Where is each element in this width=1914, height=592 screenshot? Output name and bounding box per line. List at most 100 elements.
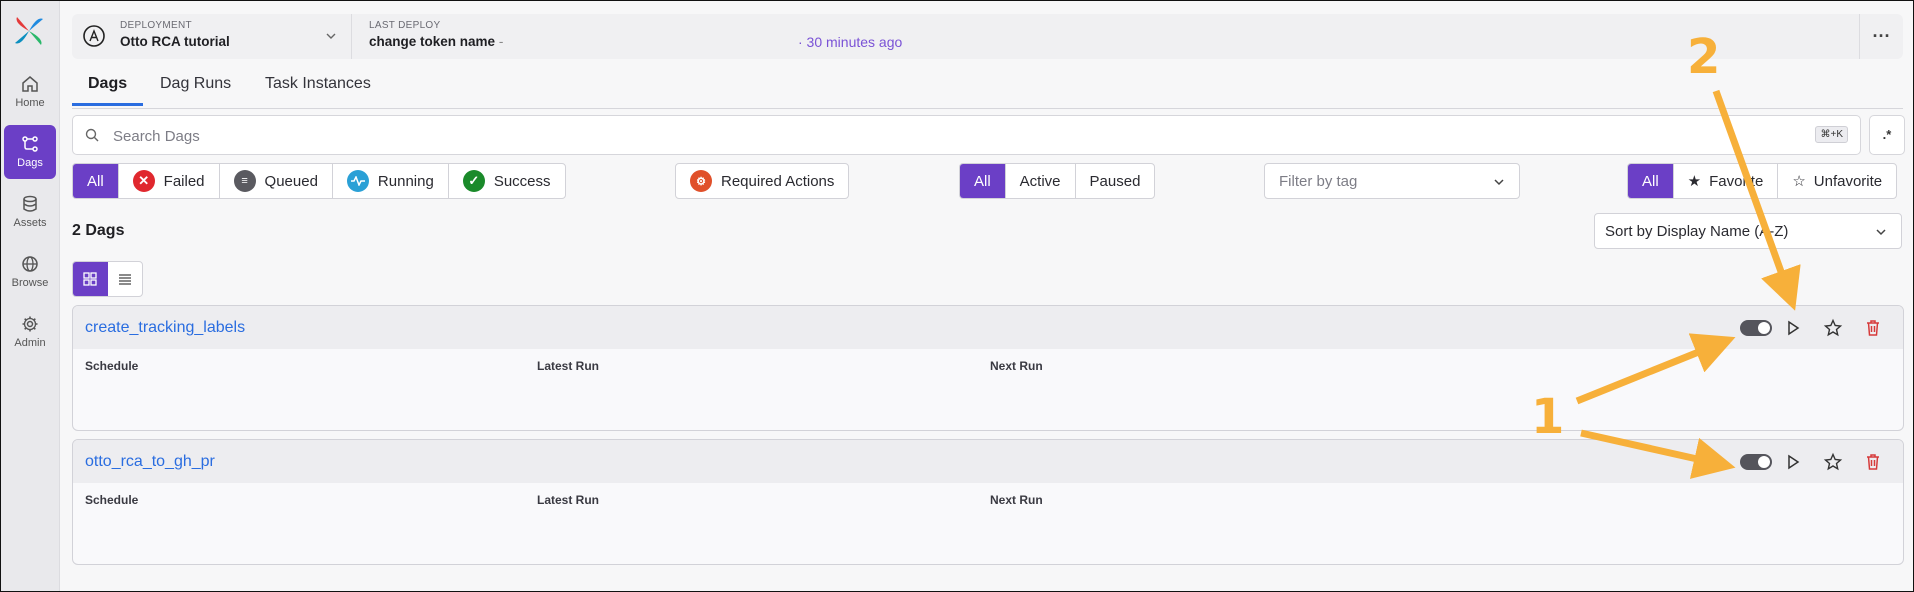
state-filter-running[interactable]: Running (333, 164, 449, 198)
tab-dags[interactable]: Dags (72, 75, 144, 106)
home-icon (22, 76, 38, 92)
app-window: Home Dags Assets Browse Admin DEPLOYMENT… (0, 0, 1914, 592)
running-icon (346, 170, 369, 192)
annotation-label-1: 1 (1531, 389, 1565, 445)
advanced-search-button[interactable]: .* (1869, 115, 1905, 155)
queued-icon: ≡ (233, 170, 256, 192)
chevron-down-icon (1876, 229, 1886, 236)
sort-selected: Sort by Display Name (A-Z) (1605, 223, 1789, 240)
sidebar-item-label: Admin (14, 337, 46, 349)
dag-icon (22, 136, 38, 152)
schedule-label: Schedule (85, 493, 139, 507)
deployment-selector[interactable]: DEPLOYMENT Otto RCA tutorial (72, 14, 352, 59)
delete-dag-button[interactable] (1863, 318, 1883, 338)
last-deploy-name: change token name (369, 34, 496, 49)
required-actions-icon: ⚙ (690, 170, 712, 192)
grid-icon (83, 272, 97, 286)
chevron-down-icon (326, 33, 336, 39)
last-deploy-label: LAST DEPLOY (369, 20, 441, 31)
sidebar-item-assets[interactable]: Assets (4, 185, 56, 239)
tab-dag-runs[interactable]: Dag Runs (160, 75, 231, 103)
astro-logo-icon (83, 25, 105, 47)
gear-icon (22, 316, 38, 332)
deployment-name: Otto RCA tutorial (120, 34, 230, 49)
favorite-filter-unfavorite[interactable]: ☆ Unfavorite (1778, 164, 1896, 198)
state-filter-failed[interactable]: ✕ Failed (119, 164, 220, 198)
favorite-filter-all[interactable]: All (1628, 164, 1674, 198)
search-input[interactable] (113, 124, 1753, 148)
dag-card-header: create_tracking_labels (73, 306, 1903, 349)
success-icon: ✓ (462, 170, 485, 192)
list-icon (118, 274, 131, 285)
sidebar-item-label: Browse (11, 277, 49, 289)
favorite-filter-favorite[interactable]: ★ Favorite (1674, 164, 1779, 198)
dag-card: otto_rca_to_gh_pr Schedule Latest Run Ne… (72, 439, 1904, 565)
chevron-down-icon (1494, 179, 1504, 186)
active-filter-paused[interactable]: Paused (1076, 164, 1155, 198)
tab-task-instances[interactable]: Task Instances (265, 75, 371, 103)
search-shortcut-badge: ⌘+K (1815, 126, 1848, 143)
state-filter-group: All ✕ Failed ≡ Queued Running ✓ Success (72, 163, 566, 199)
sidebar-item-dags[interactable]: Dags (4, 125, 56, 179)
sidebar-item-label: Home (15, 97, 45, 109)
view-toggle (72, 261, 143, 297)
failed-icon: ✕ (132, 170, 155, 192)
dag-count: 2 Dags (72, 222, 125, 239)
tag-filter-placeholder: Filter by tag (1279, 173, 1358, 190)
pause-toggle[interactable] (1740, 320, 1772, 336)
state-filter-success[interactable]: ✓ Success (449, 164, 565, 198)
database-icon (23, 195, 37, 212)
trigger-dag-button[interactable] (1783, 452, 1803, 472)
required-actions-label: Required Actions (721, 172, 835, 190)
pause-toggle[interactable] (1740, 454, 1772, 470)
toggle-knob (1758, 322, 1770, 334)
star-outline-icon: ☆ (1792, 173, 1806, 190)
last-deploy-time: · 30 minutes ago (798, 34, 903, 50)
sidebar-item-browse[interactable]: Browse (4, 245, 56, 299)
card-view-button[interactable] (73, 262, 108, 296)
active-filter-active[interactable]: Active (1006, 164, 1076, 198)
dag-name-link[interactable]: create_tracking_labels (85, 319, 245, 337)
dag-card-header: otto_rca_to_gh_pr (73, 440, 1903, 483)
state-filter-all[interactable]: All (73, 164, 119, 198)
more-menu-button[interactable]: ··· (1859, 14, 1903, 59)
list-view-button[interactable] (108, 262, 143, 296)
sort-select[interactable]: Sort by Display Name (A-Z) (1594, 213, 1902, 249)
latest-run-label: Latest Run (537, 493, 600, 507)
state-filter-label: Failed (163, 172, 205, 190)
dag-card: create_tracking_labels Schedule Latest R… (72, 305, 1904, 431)
active-filter-all[interactable]: All (960, 164, 1006, 198)
star-filled-icon: ★ (1687, 173, 1702, 190)
next-run-label: Next Run (990, 359, 1043, 373)
state-filter-label: Running (377, 172, 434, 190)
next-run-label: Next Run (990, 493, 1043, 507)
sidebar-item-label: Assets (13, 217, 47, 229)
last-deploy-separator: - (498, 34, 504, 49)
globe-icon (22, 256, 38, 272)
state-filter-label: Queued (264, 172, 318, 190)
sidebar-item-admin[interactable]: Admin (4, 305, 56, 359)
favorite-star-button[interactable] (1823, 452, 1843, 472)
required-actions-button[interactable]: ⚙ Required Actions (675, 163, 850, 199)
state-filter-queued[interactable]: ≡ Queued (220, 164, 333, 198)
state-filter-label: Success (493, 172, 551, 190)
favorite-label: Favorite (1709, 172, 1764, 190)
sidebar: Home Dags Assets Browse Admin (1, 1, 60, 591)
unfavorite-label: Unfavorite (1813, 172, 1883, 190)
trigger-dag-button[interactable] (1783, 318, 1803, 338)
tag-filter-select[interactable]: Filter by tag (1264, 163, 1520, 199)
deployment-label: DEPLOYMENT (120, 20, 192, 31)
search-bar: ⌘+K (72, 115, 1861, 155)
search-icon (85, 128, 99, 142)
latest-run-label: Latest Run (537, 359, 600, 373)
toggle-knob (1758, 456, 1770, 468)
annotation-label-2: 2 (1687, 29, 1721, 85)
deployment-header: DEPLOYMENT Otto RCA tutorial LAST DEPLOY… (72, 14, 1903, 59)
active-filter-group: All Active Paused (959, 163, 1156, 199)
delete-dag-button[interactable] (1863, 452, 1883, 472)
dag-name-link[interactable]: otto_rca_to_gh_pr (85, 453, 215, 471)
favorite-star-button[interactable] (1823, 318, 1843, 338)
sidebar-item-label: Dags (17, 157, 43, 169)
sidebar-item-home[interactable]: Home (4, 65, 56, 119)
airflow-logo[interactable] (11, 13, 47, 49)
